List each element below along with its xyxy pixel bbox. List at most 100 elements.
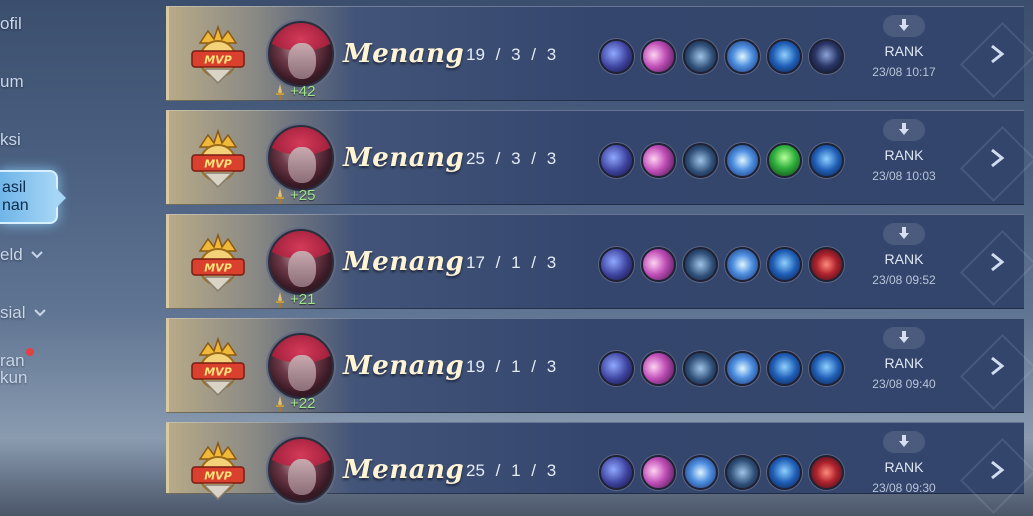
sidebar-item-profile[interactable]: ofil [0, 14, 22, 34]
sidebar-item-label: ofil [0, 14, 22, 33]
sidebar-item-social[interactable]: sial [0, 303, 46, 323]
points-value: +22 [290, 395, 316, 412]
decorative-emblem [959, 229, 1033, 307]
download-replay-button[interactable] [883, 431, 925, 453]
sidebar-item-battlefield[interactable]: eld [0, 245, 43, 265]
boots-icon[interactable]: boots-icon [599, 143, 634, 178]
lightning-orb-icon[interactable]: lightning-orb-icon [683, 455, 718, 490]
blue-crystal-icon[interactable]: blue-crystal-icon [767, 455, 802, 490]
sword-ring-icon[interactable]: sword-ring-icon [725, 455, 760, 490]
match-card[interactable]: MVP +21 Menang 17 / 1 / 3 boots-iconcres… [166, 214, 1033, 309]
match-result: Menang [343, 455, 465, 485]
mvp-badge-icon: MVP [190, 440, 246, 501]
mvp-label: MVP [204, 158, 232, 171]
match-mode: RANK 23/08 09:52 [864, 223, 944, 287]
kda: 25 / 1 / 3 [466, 461, 557, 480]
decorative-emblem [959, 21, 1033, 99]
assists: 3 [546, 461, 557, 480]
boots-icon[interactable]: boots-icon [599, 39, 634, 74]
decorative-emblem [959, 333, 1033, 411]
assists: 3 [546, 149, 557, 168]
sidebar-item-account[interactable]: ran kun [0, 348, 34, 386]
mvp-label: MVP [204, 470, 232, 483]
mvp-badge-icon: MVP [190, 24, 246, 85]
decorative-emblem [959, 437, 1033, 515]
download-replay-button[interactable] [883, 119, 925, 141]
sword-icon [276, 395, 284, 412]
kills: 19 [466, 357, 485, 376]
hero-avatar[interactable] [268, 125, 334, 191]
deaths: 1 [511, 357, 521, 376]
sidebar-item-match-history[interactable]: asil nan [0, 170, 66, 224]
blue-crystal-icon[interactable]: blue-crystal-icon [767, 351, 802, 386]
match-card[interactable]: MVP +22 Menang 19 / 1 / 3 boots-iconcres… [166, 318, 1033, 413]
notification-dot [26, 348, 34, 356]
sidebar-item-koleksi[interactable]: ksi [0, 130, 21, 150]
lightning-orb-icon[interactable]: lightning-orb-icon [725, 143, 760, 178]
red-book-icon[interactable]: red-book-icon [809, 455, 844, 490]
match-time: 23/08 10:17 [872, 65, 936, 79]
sidebar-item-label: sial [0, 303, 26, 322]
crescent-orb-icon[interactable]: crescent-orb-icon [641, 351, 676, 386]
match-card[interactable]: MVP Menang 25 / 1 / 3 boots-iconcrescent… [166, 422, 1033, 515]
mvp-badge-icon: MVP [190, 232, 246, 293]
deaths: 3 [511, 45, 521, 64]
sword-ring-icon[interactable]: sword-ring-icon [683, 143, 718, 178]
hero-avatar[interactable] [268, 21, 334, 87]
hero-avatar[interactable] [268, 229, 334, 295]
blue-crystal-icon[interactable]: blue-crystal-icon [767, 247, 802, 282]
mvp-label: MVP [204, 366, 232, 379]
item-build: boots-iconcrescent-orb-iconsword-ring-ic… [599, 143, 844, 178]
boots-icon[interactable]: boots-icon [599, 351, 634, 386]
boots-icon[interactable]: boots-icon [599, 247, 634, 282]
sword-icon [276, 291, 284, 308]
lightning-orb-icon[interactable]: lightning-orb-icon [725, 39, 760, 74]
match-mode: RANK 23/08 09:30 [864, 431, 944, 495]
hero-avatar[interactable] [268, 437, 334, 503]
green-gem-icon[interactable]: green-gem-icon [767, 143, 802, 178]
blue-crystal-icon[interactable]: blue-crystal-icon [809, 143, 844, 178]
mode-label: RANK [884, 251, 924, 267]
sword-ring-icon[interactable]: sword-ring-icon [683, 39, 718, 74]
item-build: boots-iconcrescent-orb-iconsword-ring-ic… [599, 39, 844, 74]
download-replay-button[interactable] [883, 15, 925, 37]
download-icon [899, 123, 909, 135]
kda: 19 / 3 / 3 [466, 45, 557, 64]
sword-ring-icon[interactable]: sword-ring-icon [683, 247, 718, 282]
deaths: 1 [511, 461, 521, 480]
match-result: Menang [343, 247, 465, 277]
lightning-orb-icon[interactable]: lightning-orb-icon [725, 247, 760, 282]
mode-label: RANK [884, 459, 924, 475]
download-replay-button[interactable] [883, 223, 925, 245]
blue-crystal-icon[interactable]: blue-crystal-icon [809, 351, 844, 386]
sidebar: ofil um ksi asil nan eld sial ran kun [0, 0, 160, 516]
download-icon [899, 331, 909, 343]
match-card[interactable]: MVP +42 Menang 19 / 3 / 3 boots-iconcres… [166, 6, 1033, 101]
download-replay-button[interactable] [883, 327, 925, 349]
match-card[interactable]: MVP +25 Menang 25 / 3 / 3 boots-iconcres… [166, 110, 1033, 205]
match-result: Menang [343, 351, 465, 381]
dark-spike-icon[interactable]: dark-spike-icon [809, 39, 844, 74]
sword-ring-icon[interactable]: sword-ring-icon [683, 351, 718, 386]
rank-points: +25 [274, 187, 315, 204]
match-mode: RANK 23/08 10:17 [864, 15, 944, 79]
sidebar-item-label: um [0, 72, 24, 91]
kills: 25 [466, 461, 485, 480]
points-value: +25 [290, 187, 316, 204]
sidebar-item-album[interactable]: um [0, 72, 24, 92]
blue-crystal-icon[interactable]: blue-crystal-icon [767, 39, 802, 74]
crescent-orb-icon[interactable]: crescent-orb-icon [641, 39, 676, 74]
item-build: boots-iconcrescent-orb-iconsword-ring-ic… [599, 247, 844, 282]
item-build: boots-iconcrescent-orb-iconlightning-orb… [599, 455, 844, 490]
red-book-icon[interactable]: red-book-icon [809, 247, 844, 282]
crescent-orb-icon[interactable]: crescent-orb-icon [641, 143, 676, 178]
crescent-orb-icon[interactable]: crescent-orb-icon [641, 247, 676, 282]
lightning-orb-icon[interactable]: lightning-orb-icon [725, 351, 760, 386]
hero-avatar[interactable] [268, 333, 334, 399]
chevron-down-icon [30, 248, 43, 262]
match-time: 23/08 10:03 [872, 169, 936, 183]
boots-icon[interactable]: boots-icon [599, 455, 634, 490]
crescent-orb-icon[interactable]: crescent-orb-icon [641, 455, 676, 490]
deaths: 1 [511, 253, 521, 272]
mvp-badge-icon: MVP [190, 128, 246, 189]
